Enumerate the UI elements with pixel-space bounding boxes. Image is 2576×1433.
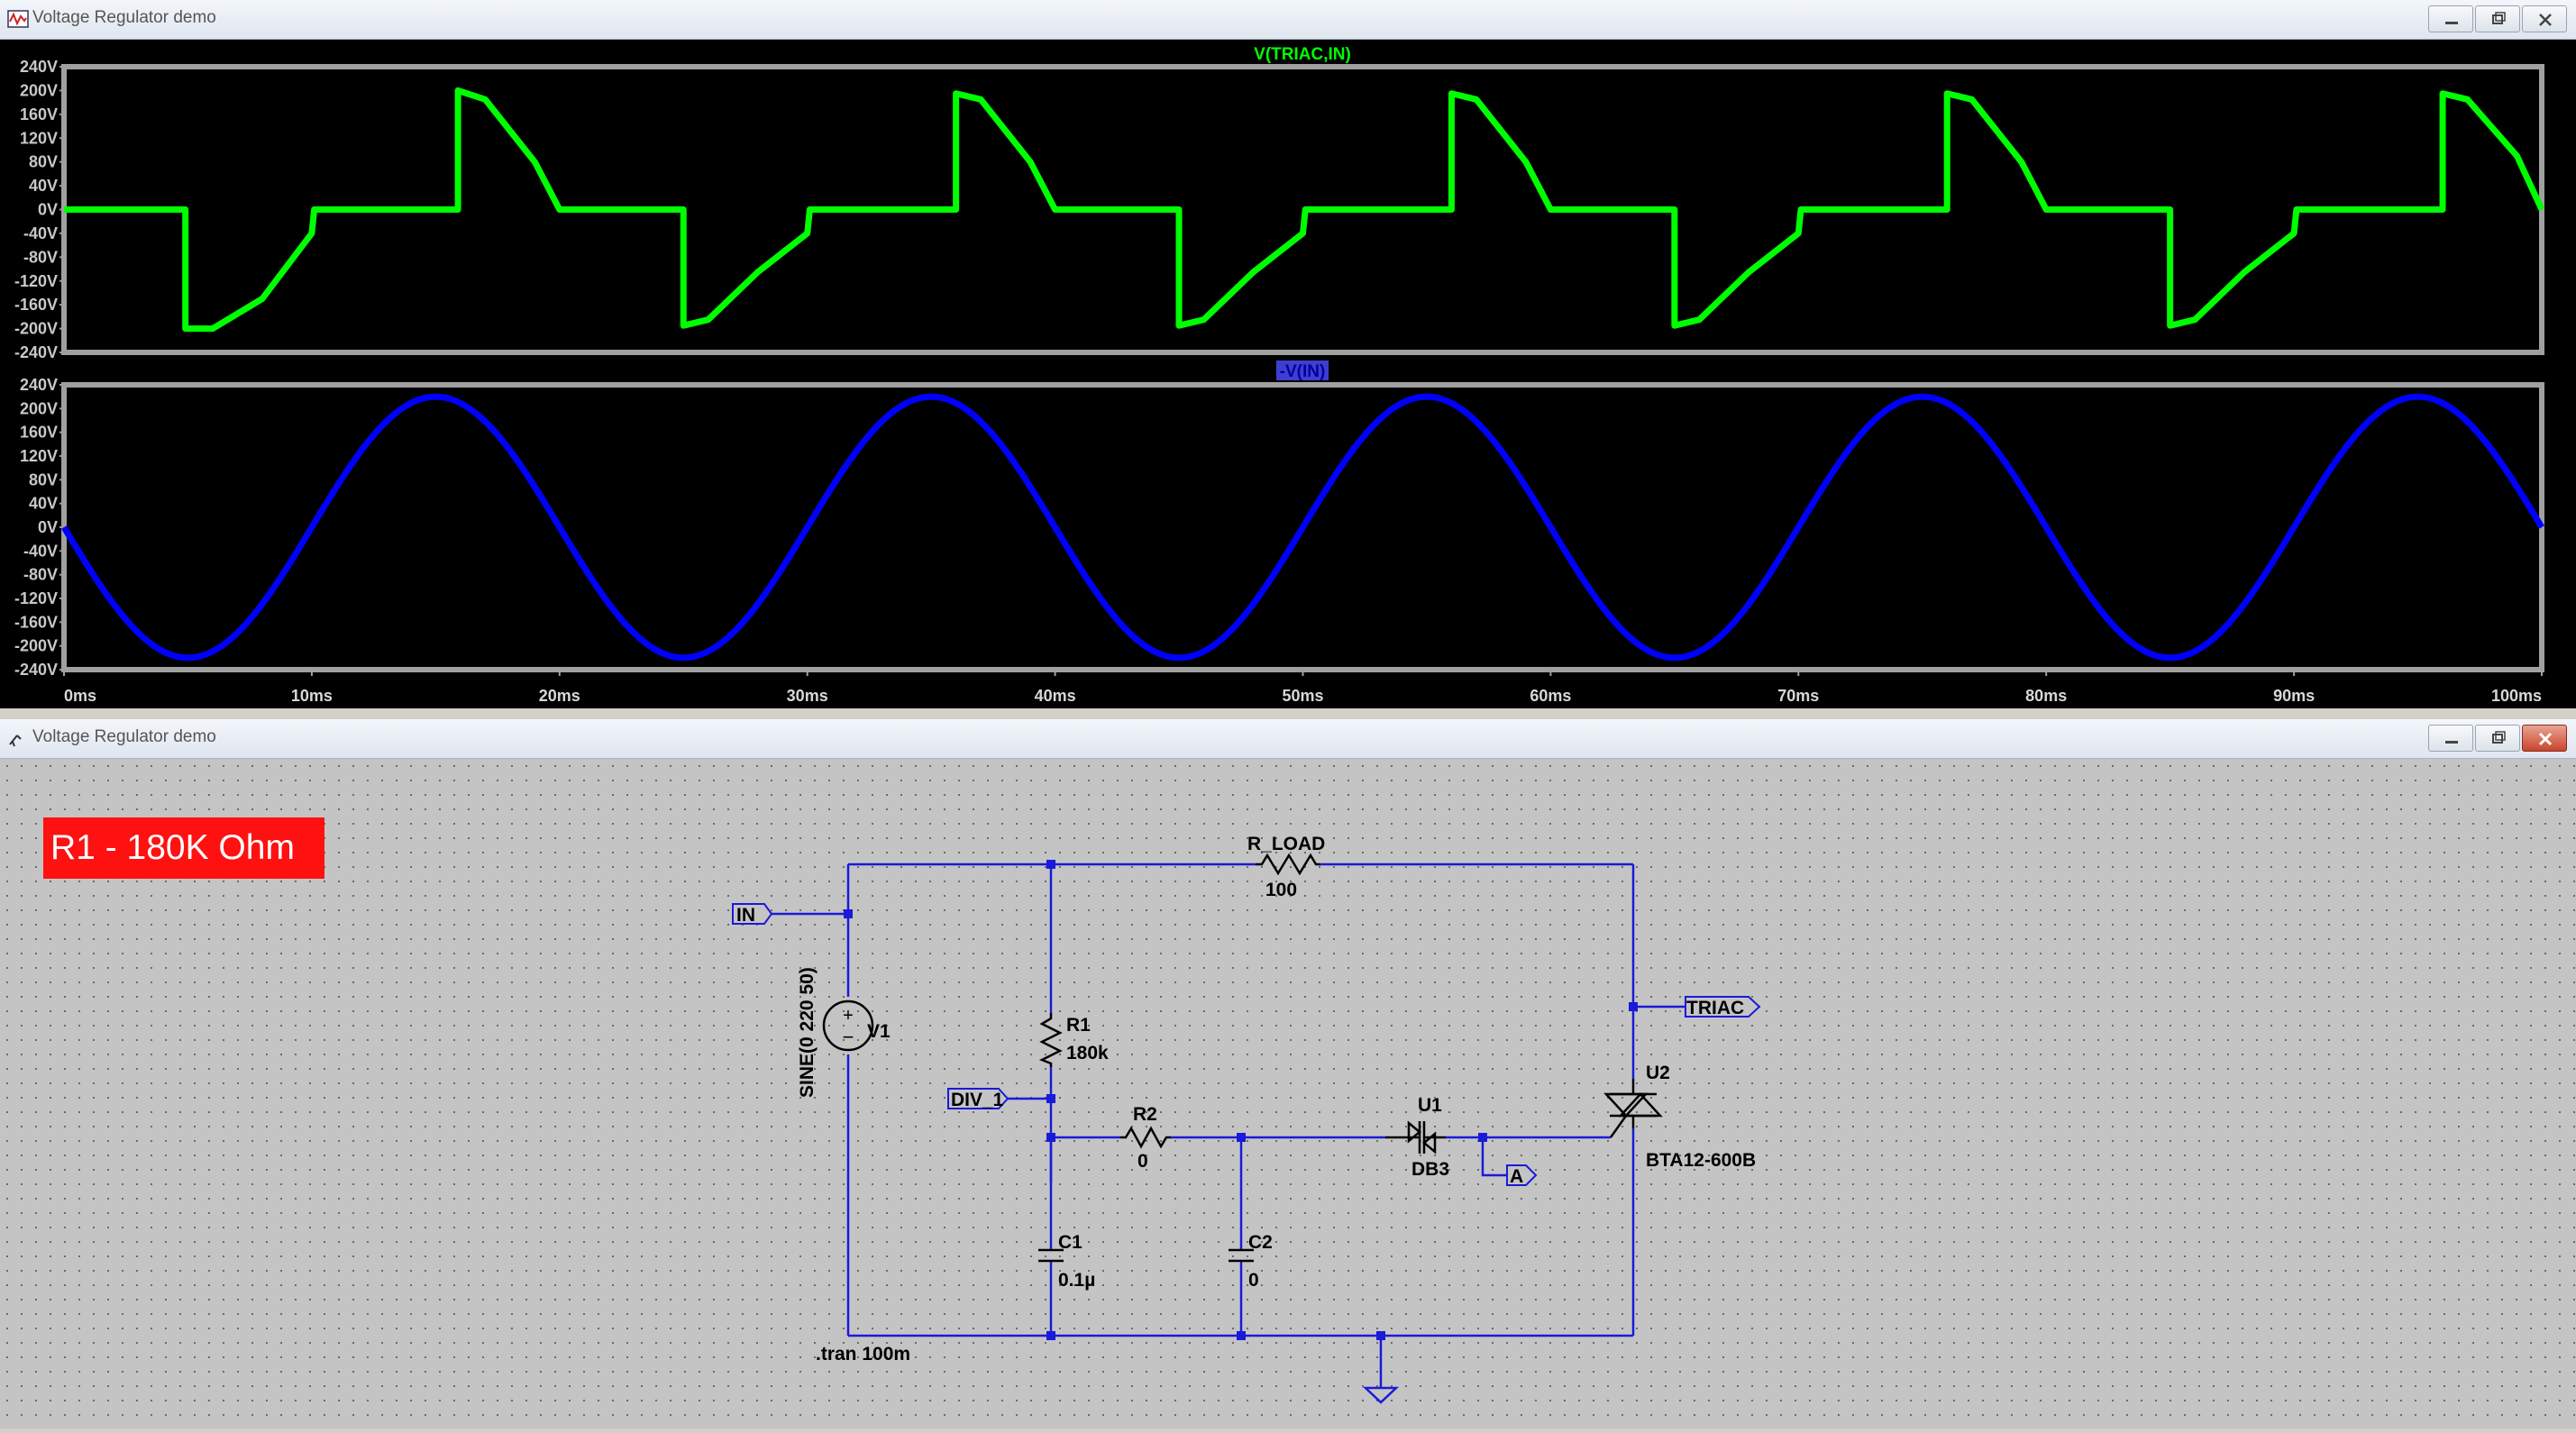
minimize-button[interactable] [2428, 5, 2473, 32]
schematic-canvas[interactable]: R_LOAD 100 R1 180k R2 0 C1 0.1µ C2 0 + −… [0, 759, 2576, 1428]
schematic-titlebar[interactable]: Voltage Regulator demo [0, 719, 2576, 759]
y-tick-label: 120V [20, 129, 58, 147]
y-tick-label: -120V [14, 272, 58, 290]
y-tick-label: -40V [23, 542, 58, 560]
c1-name: C1 [1058, 1232, 1082, 1253]
y-tick-label: 80V [29, 470, 58, 488]
v1-value: SINE(0 220 50) [797, 967, 818, 1098]
restore-icon [2492, 12, 2506, 24]
x-tick-label: 30ms [787, 687, 828, 705]
schematic-window-title: Voltage Regulator demo [32, 727, 216, 746]
bottom-trace-label[interactable]: -V(IN) [1280, 362, 1326, 381]
y-tick-label: 160V [20, 424, 58, 442]
schematic-app-icon [9, 735, 22, 747]
waveform-window: Voltage Regulator demo V(TRIAC,IN) -V(IN… [0, 0, 2576, 708]
y-tick-label: -240V [14, 343, 58, 361]
waveform-window-title: Voltage Regulator demo [32, 8, 216, 27]
y-tick-label: 0V [38, 201, 58, 219]
y-tick-label: 120V [20, 447, 58, 465]
y-tick-label: -200V [14, 637, 58, 655]
svg-text:IN: IN [736, 905, 755, 926]
schematic-grid [0, 759, 2576, 1428]
schematic-minimize-button[interactable] [2428, 725, 2473, 752]
bottom-y-axis: 240V 200V 160V 120V 80V 40V 0V -40V -80V -120V -16… [14, 376, 64, 679]
x-tick-label: 0ms [64, 687, 96, 705]
y-tick-label: 40V [29, 177, 58, 195]
schematic-restore-button[interactable] [2475, 725, 2520, 752]
top-trace-label[interactable]: V(TRIAC,IN) [1254, 45, 1351, 64]
top-y-axis: 240V 200V 160V 120V 80V 40V 0V -40V -80V -120V -16… [14, 58, 64, 361]
waveform-plot-area[interactable]: V(TRIAC,IN) -V(IN) 240V 200V 160V 120V 80V 40… [0, 40, 2576, 708]
minimize-icon [2445, 22, 2458, 24]
x-tick-label: 90ms [2273, 687, 2315, 705]
v1-name: V1 [867, 1021, 891, 1042]
y-tick-label: -200V [14, 320, 58, 338]
plus-icon: + [843, 1006, 854, 1026]
r1-value-banner: R1 - 180K Ohm [43, 817, 324, 879]
x-tick-label: 70ms [1777, 687, 1819, 705]
y-tick-label: -40V [23, 224, 58, 242]
svg-text:TRIAC: TRIAC [1686, 998, 1744, 1018]
waveform-plots-svg[interactable]: V(TRIAC,IN) -V(IN) 240V 200V 160V 120V 80V 40… [0, 40, 2576, 708]
y-tick-label: 240V [20, 58, 58, 76]
r1-name: R1 [1066, 1015, 1091, 1036]
close-icon [2539, 14, 2552, 26]
waveform-titlebar[interactable]: Voltage Regulator demo [0, 0, 2576, 40]
schematic-svg[interactable]: R_LOAD 100 R1 180k R2 0 C1 0.1µ C2 0 + −… [0, 759, 2576, 1428]
close-icon [2538, 732, 2553, 746]
y-tick-label: -80V [23, 566, 58, 584]
triac-voltage-trace[interactable] [64, 87, 2545, 333]
x-tick-label: 40ms [1035, 687, 1076, 705]
net-label-triac[interactable]: TRIAC [1685, 996, 1761, 1018]
x-tick-label: 20ms [539, 687, 580, 705]
y-tick-label: 80V [29, 153, 58, 171]
c2-value: 0 [1248, 1270, 1259, 1291]
x-tick-label: 10ms [291, 687, 333, 705]
y-tick-label: 40V [29, 495, 58, 513]
svg-text:DIV_1: DIV_1 [951, 1090, 1004, 1110]
y-tick-label: 200V [20, 81, 58, 99]
restore-icon [2492, 731, 2506, 744]
schematic-close-button[interactable] [2522, 725, 2567, 752]
y-tick-label: -160V [14, 613, 58, 631]
y-tick-label: 240V [20, 376, 58, 394]
x-tick-label: 100ms [2491, 687, 2542, 705]
r2-name: R2 [1133, 1104, 1157, 1125]
y-tick-label: -120V [14, 589, 58, 607]
y-tick-label: 0V [38, 518, 58, 536]
restore-button[interactable] [2475, 5, 2520, 32]
u2-name: U2 [1646, 1063, 1670, 1083]
x-tick-label: 50ms [1282, 687, 1323, 705]
u1-value: DB3 [1411, 1159, 1449, 1180]
y-tick-label: -240V [14, 661, 58, 679]
y-tick-label: 200V [20, 399, 58, 417]
r-load-name: R_LOAD [1247, 834, 1325, 854]
u1-name: U1 [1418, 1095, 1442, 1116]
r1-value: 180k [1066, 1043, 1109, 1063]
minus-icon: − [843, 1026, 854, 1048]
x-axis: 0ms 10ms 20ms 30ms 40ms 50ms 60ms 70ms 80ms 90ms 1… [63, 670, 2543, 705]
r2-value: 0 [1137, 1151, 1148, 1172]
schematic-window: Voltage Regulator demo R_LOAD 100 R1 180… [0, 719, 2576, 1428]
x-tick-label: 80ms [2025, 687, 2067, 705]
x-tick-label: 60ms [1530, 687, 1571, 705]
minimize-icon [2445, 741, 2458, 744]
c2-name: C2 [1248, 1232, 1273, 1253]
r-load-value: 100 [1265, 880, 1297, 900]
waveform-app-icon [7, 10, 29, 28]
y-tick-label: -160V [14, 296, 58, 314]
input-voltage-trace[interactable] [61, 393, 2544, 662]
y-tick-label: 160V [20, 105, 58, 123]
net-label-div1[interactable]: DIV_1 [947, 1088, 1009, 1110]
c1-value: 0.1µ [1058, 1270, 1095, 1291]
svg-text:A: A [1510, 1166, 1523, 1187]
net-label-in[interactable]: IN [732, 903, 773, 926]
close-button[interactable] [2522, 5, 2567, 32]
tran-directive[interactable]: .tran 100m [816, 1344, 910, 1365]
y-tick-label: -80V [23, 248, 58, 266]
u2-value: BTA12-600B [1646, 1150, 1756, 1171]
